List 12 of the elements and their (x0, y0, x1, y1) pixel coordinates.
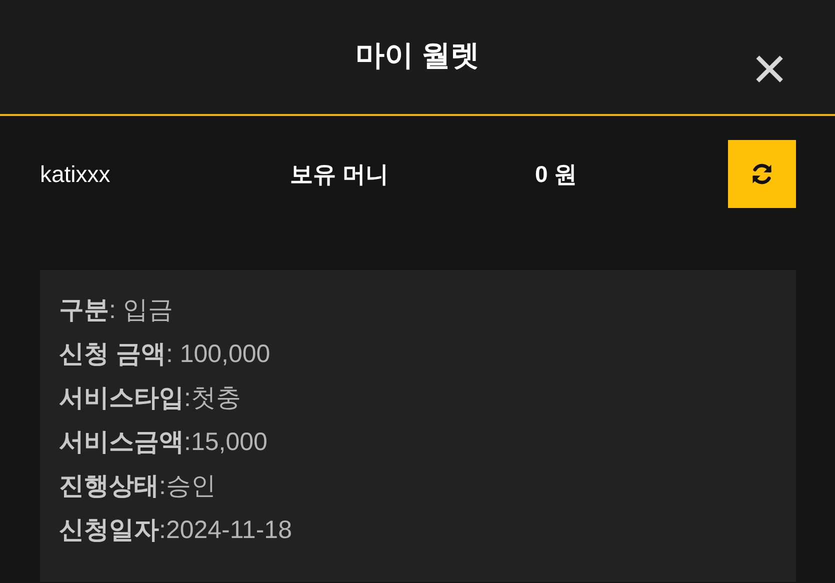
username: katixxx (40, 160, 112, 189)
detail-line: 서비스타입:첫충 (59, 383, 242, 414)
detail-line: 구분: 입금 (59, 295, 174, 326)
detail-line: 진행상태:승인 (59, 471, 217, 502)
detail-line: 신청 금액: 100,000 (59, 339, 272, 370)
balance-amount: 0 원 (535, 160, 578, 189)
refresh-button[interactable] (728, 140, 796, 208)
balance-label: 보유 머니 (290, 160, 390, 189)
window-title: 마이 월렛 (355, 39, 480, 74)
detail-line: 신청일자:2024-11-18 (59, 515, 293, 546)
detail-line: 서비스금액:15,000 (59, 427, 268, 458)
close-button[interactable]: × (752, 42, 787, 96)
